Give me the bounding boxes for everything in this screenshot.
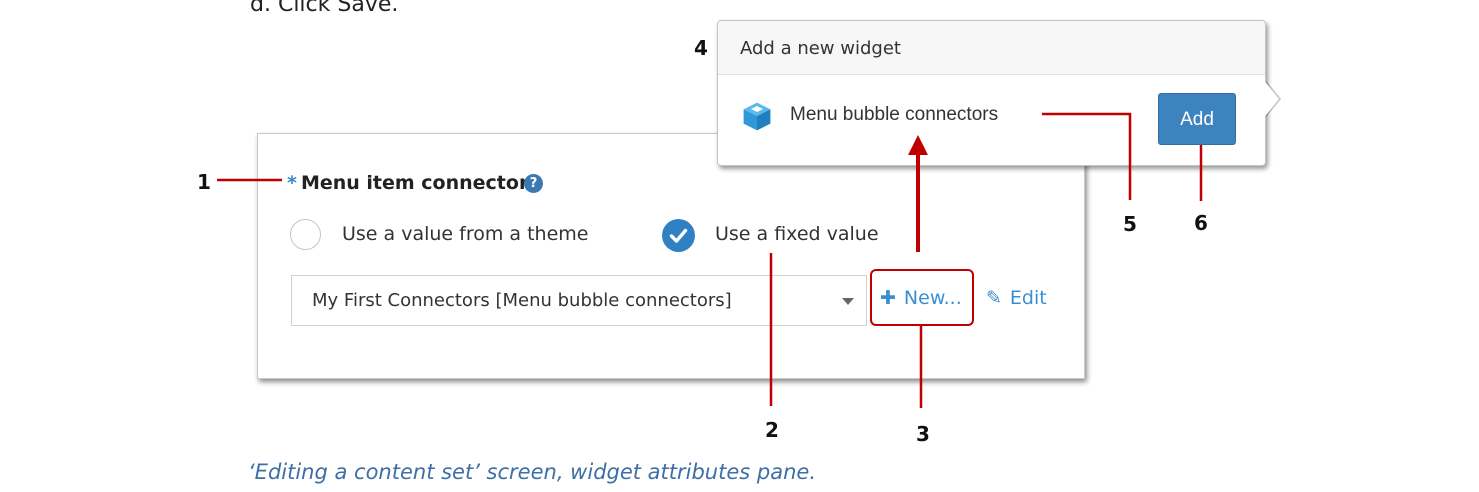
callout-number-4: 4 (694, 36, 708, 60)
figure-caption: ‘Editing a content set’ screen, widget a… (248, 460, 816, 484)
callout-number-1: 1 (197, 170, 211, 194)
callout-number-3: 3 (916, 422, 930, 446)
callout-number-6: 6 (1194, 211, 1208, 235)
callout-number-5: 5 (1123, 212, 1137, 236)
callout-number-2: 2 (765, 418, 779, 442)
callout-lines (217, 112, 1203, 408)
